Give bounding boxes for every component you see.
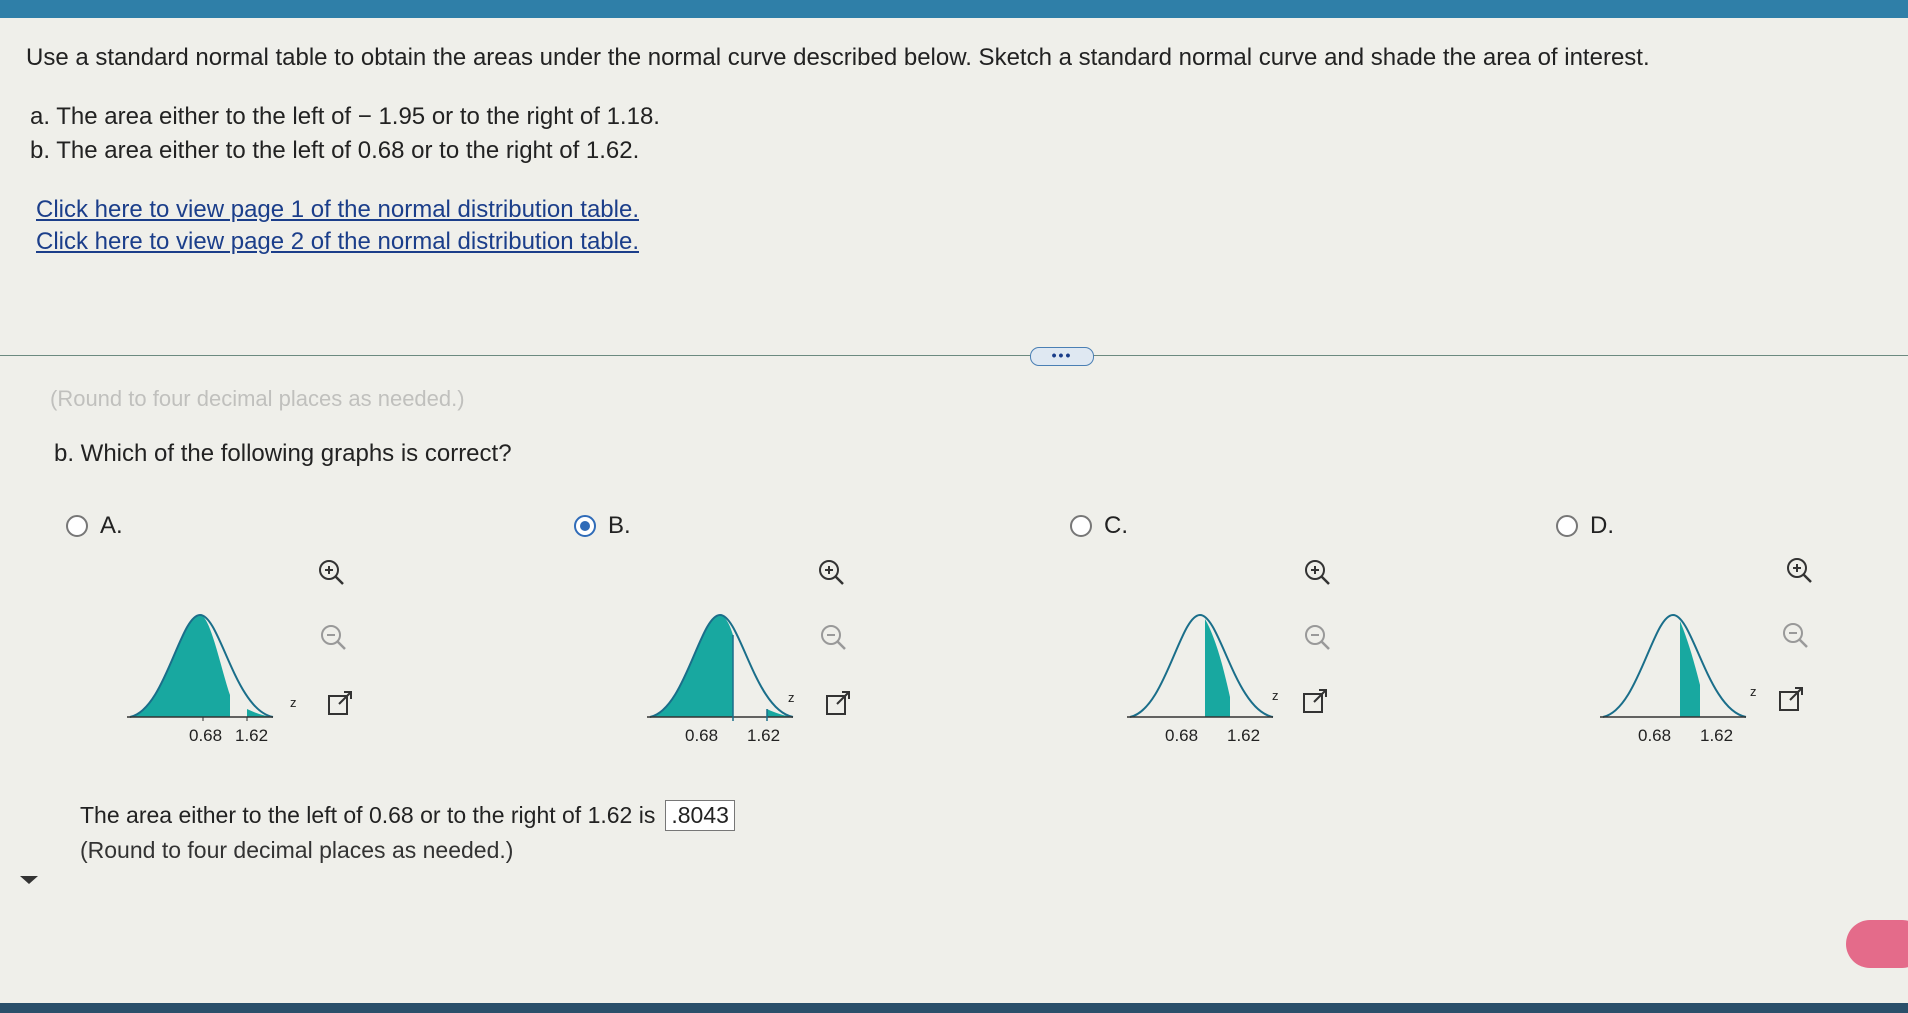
popout-icon[interactable] [823,688,853,718]
result-text: The area either to the left of 0.68 or t… [80,802,656,828]
zoom-out-icon[interactable] [1780,620,1810,650]
option-c-graph: 0.68 1.62 [1127,613,1274,745]
graph-b-left-shade [650,615,733,717]
option-b[interactable]: B. [574,512,631,540]
part-a-text: a. The area either to the left of − 1.95… [30,103,660,130]
graph-c-label-right: 1.62 [1227,726,1260,745]
zoom-out-icon[interactable] [1302,622,1332,652]
zoom-in-icon[interactable] [816,557,846,587]
option-b-label: B. [608,512,631,539]
top-bar [0,0,1908,18]
graph-b-label-left: 0.68 [685,726,718,745]
question-parts: a. The area either to the left of − 1.95… [30,100,660,168]
graph-d-z-axis-label: z [1750,684,1757,699]
graph-d-curve [1602,613,1747,718]
graph-c-z-axis-label: z [1272,688,1279,703]
option-d-label: D. [1590,512,1614,539]
section-divider [0,355,1908,356]
popout-icon[interactable] [1300,686,1330,716]
question-text: Use a standard normal table to obtain th… [26,44,1650,71]
graph-c-label-left: 0.68 [1165,726,1198,745]
option-d[interactable]: D. [1556,512,1614,540]
table-page-2-link[interactable]: Click here to view page 2 of the normal … [36,226,639,258]
answer-box[interactable]: .8043 [665,800,735,831]
graph-c-shade [1205,619,1230,717]
graph-d-label-left: 0.68 [1638,726,1671,745]
option-c[interactable]: C. [1070,512,1128,540]
bottom-bar [0,1003,1908,1013]
option-d-radio[interactable] [1556,515,1578,537]
table-page-1-link[interactable]: Click here to view page 1 of the normal … [36,194,639,226]
option-b-radio[interactable] [574,515,596,537]
option-d-graph: 0.68 1.62 [1600,613,1747,745]
table-links: Click here to view page 1 of the normal … [36,194,639,258]
graph-a-label-left: 0.68 [189,726,222,745]
round-note: (Round to four decimal places as needed.… [80,837,514,863]
zoom-out-icon[interactable] [318,622,348,652]
graph-d-label-right: 1.62 [1700,726,1733,745]
option-a[interactable]: A. [66,512,123,540]
result-line: The area either to the left of 0.68 or t… [80,800,735,831]
faint-scrolled-text: (Round to four decimal places as needed.… [50,386,465,411]
graph-a-label-right: 1.62 [235,726,268,745]
part-b-text: b. The area either to the left of 0.68 o… [30,137,640,164]
zoom-in-icon[interactable] [1784,555,1814,585]
popout-icon[interactable] [1776,684,1806,714]
zoom-in-icon[interactable] [1302,557,1332,587]
graph-c-curve [1129,613,1274,718]
graph-b-label-right: 1.62 [747,726,780,745]
option-a-label: A. [100,512,123,539]
expand-button[interactable]: ••• [1030,347,1094,366]
option-b-graph: 0.68 1.62 [647,613,794,745]
option-c-label: C. [1104,512,1128,539]
option-c-radio[interactable] [1070,515,1092,537]
option-a-graph: 0.68 1.62 z [127,613,274,745]
option-a-radio[interactable] [66,515,88,537]
next-button[interactable] [1846,920,1908,968]
zoom-in-icon[interactable] [316,557,346,587]
graph-b-z-axis-label: z [788,690,795,705]
popout-icon[interactable] [325,688,355,718]
collapse-arrow-icon[interactable] [20,876,38,884]
graph-a-z-axis-label: z [290,695,297,710]
part-b-question: b. Which of the following graphs is corr… [54,440,512,467]
zoom-out-icon[interactable] [818,622,848,652]
